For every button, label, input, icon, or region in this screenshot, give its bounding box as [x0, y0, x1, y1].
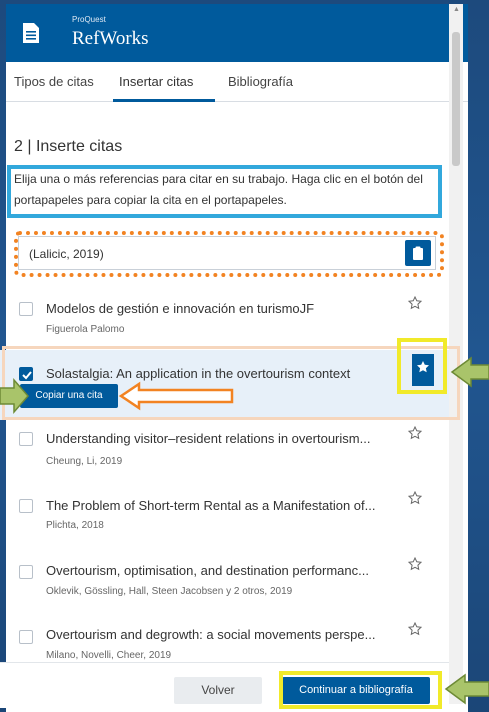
- arrow-right-to-star-icon: [450, 356, 489, 388]
- annotation-arrows: [0, 356, 489, 705]
- arrow-left-to-copy-icon: [0, 378, 29, 414]
- arrow-right-to-continue-icon: [444, 673, 489, 705]
- app-frame: ProQuest RefWorks Tipos de citas Inserta…: [0, 0, 489, 712]
- arrow-orange-to-copy-icon: [118, 381, 234, 411]
